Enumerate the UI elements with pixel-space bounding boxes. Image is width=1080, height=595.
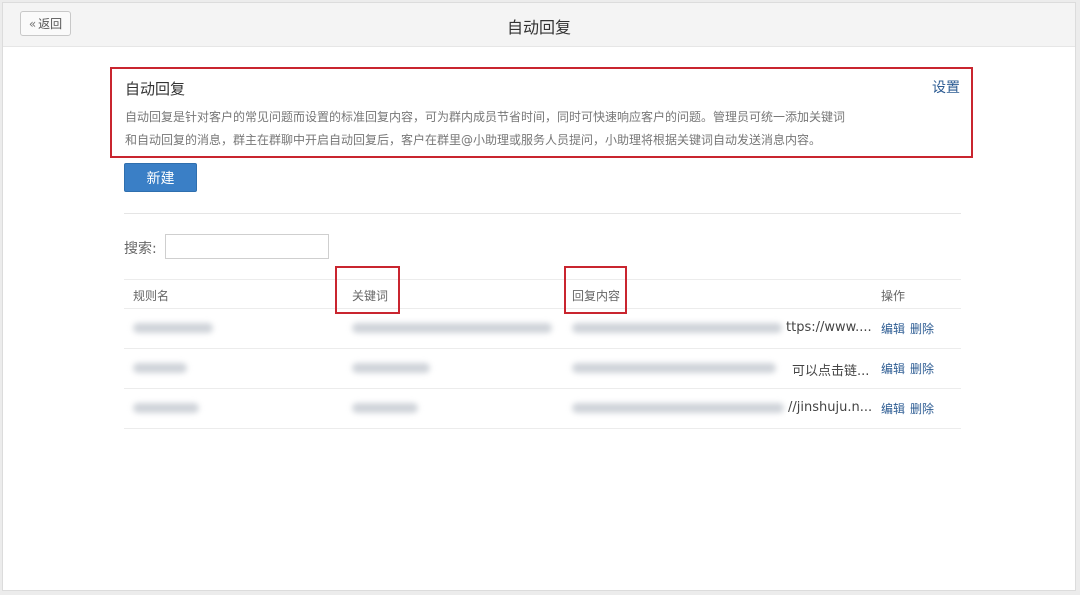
column-header-rule-name: 规则名 <box>133 289 170 303</box>
edit-link[interactable]: 编辑 <box>881 362 905 376</box>
edit-link[interactable]: 编辑 <box>881 402 905 416</box>
intro-panel: 自动回复 设置 自动回复是针对客户的常见问题而设置的标准回复内容，可为群内成员节… <box>110 67 973 158</box>
row-actions: 编辑 删除 <box>881 360 939 377</box>
row-actions: 编辑 删除 <box>881 400 939 417</box>
settings-link[interactable]: 设置 <box>932 77 960 97</box>
rule-name-redacted <box>133 323 213 333</box>
intro-line-2: 和自动回复的消息，群主在群聊中开启自动回复后，客户在群里@小助理或服务人员提问，… <box>125 133 822 147</box>
edit-link[interactable]: 编辑 <box>881 322 905 336</box>
table-header: 规则名 关键词 回复内容 操作 <box>124 279 961 309</box>
keyword-redacted <box>352 323 552 333</box>
table-row: ttps://www.... 编辑 删除 <box>124 309 961 349</box>
row-actions: 编辑 删除 <box>881 320 939 337</box>
reply-redacted <box>572 403 784 413</box>
rule-name-redacted <box>133 403 199 413</box>
top-bar: « 返回 自动回复 <box>3 3 1075 47</box>
search-input[interactable] <box>165 234 329 259</box>
new-button[interactable]: 新建 <box>124 163 197 192</box>
keyword-redacted <box>352 403 418 413</box>
reply-redacted <box>572 323 782 333</box>
reply-content: ttps://www.... <box>786 320 872 335</box>
app-window: « 返回 自动回复 自动回复 设置 自动回复是针对客户的常见问题而设置的标准回复… <box>2 2 1076 591</box>
intro-line-1: 自动回复是针对客户的常见问题而设置的标准回复内容，可为群内成员节省时间，同时可快… <box>125 110 846 124</box>
column-header-actions: 操作 <box>881 289 906 303</box>
rules-table: 规则名 关键词 回复内容 操作 ttps://www.... 编辑 删除 可以点击… <box>124 279 961 429</box>
reply-redacted <box>572 363 776 373</box>
page-title: 自动回复 <box>506 18 571 37</box>
delete-link[interactable]: 删除 <box>910 362 934 376</box>
reply-content: 可以点击链... <box>792 364 870 379</box>
divider <box>124 213 961 214</box>
delete-link[interactable]: 删除 <box>910 402 934 416</box>
table-row: //jinshuju.n... 编辑 删除 <box>124 389 961 429</box>
reply-content: //jinshuju.n... <box>788 400 873 415</box>
keyword-redacted <box>352 363 430 373</box>
rule-name-redacted <box>133 363 187 373</box>
intro-description: 自动回复是针对客户的常见问题而设置的标准回复内容，可为群内成员节省时间，同时可快… <box>125 106 925 152</box>
search-label: 搜索: <box>124 241 157 257</box>
delete-link[interactable]: 删除 <box>910 322 934 336</box>
intro-title: 自动回复 <box>125 80 186 98</box>
table-row: 可以点击链... 编辑 删除 <box>124 349 961 389</box>
keyword-highlight-box <box>335 266 400 314</box>
reply-highlight-box <box>564 266 627 314</box>
